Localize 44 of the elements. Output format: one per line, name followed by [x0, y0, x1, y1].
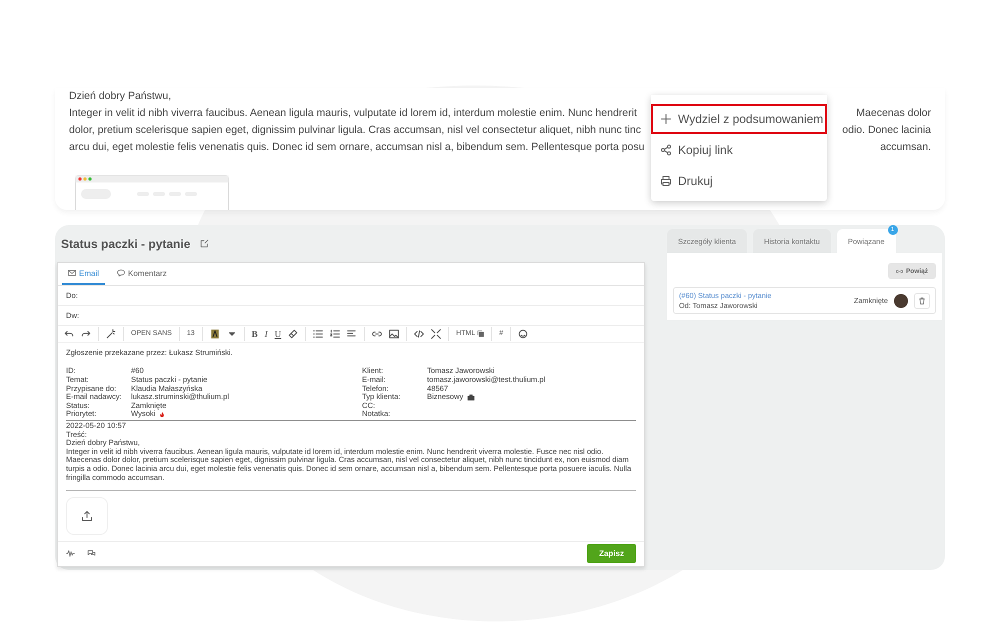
redo-icon[interactable] — [81, 328, 91, 339]
envelope-icon — [68, 269, 76, 278]
menu-item[interactable]: Wydziel z podsumowaniem — [651, 104, 827, 134]
email-text: Maecenas dolor — [856, 106, 931, 121]
waveform-icon — [66, 549, 75, 558]
email-text: odio. Donec lacinia — [842, 123, 931, 138]
eraser-icon[interactable] — [288, 328, 298, 339]
undo-icon[interactable] — [64, 328, 74, 339]
link-icon[interactable] — [372, 328, 382, 339]
avatar — [894, 294, 908, 308]
edit-icon — [200, 239, 210, 248]
underline-button[interactable]: U — [274, 328, 282, 339]
email-text: accumsan. — [880, 140, 931, 155]
plus-icon — [660, 113, 672, 125]
printer-icon — [660, 175, 672, 187]
link-icon — [896, 268, 903, 274]
email-text: arcu dui, eget molestie felis venenatis quis. Donec id sem ornare, accumsan nisl a, bibendum sem. Pellentesque porta posu — [69, 140, 644, 155]
trash-icon — [918, 296, 926, 304]
copy-icon — [477, 330, 484, 338]
bold-button[interactable]: B — [252, 328, 258, 339]
numbered-list-icon[interactable] — [330, 328, 340, 339]
code-icon[interactable] — [414, 328, 424, 339]
image-icon[interactable] — [389, 328, 400, 339]
magic-wand-icon[interactable] — [106, 328, 116, 339]
share-icon — [660, 144, 672, 156]
fullscreen-icon[interactable] — [431, 328, 442, 339]
speech-bubble-icon — [117, 269, 126, 278]
bullet-list-icon[interactable] — [313, 328, 324, 339]
emoji-icon[interactable] — [518, 328, 528, 339]
chat-bubbles-icon — [87, 549, 96, 558]
upload-icon — [81, 510, 93, 522]
delete-button[interactable] — [914, 292, 930, 308]
editor-tab[interactable]: Komentarz — [111, 263, 173, 286]
align-icon[interactable] — [347, 328, 358, 339]
text-color-icon[interactable] — [210, 328, 220, 339]
menu-item[interactable]: Drukuj — [651, 166, 827, 196]
briefcase-icon — [467, 394, 476, 402]
menu-item[interactable]: Kopiuj link — [651, 135, 827, 165]
italic-button[interactable]: I — [264, 328, 268, 339]
flame-icon — [159, 411, 166, 418]
email-text: dolor, pretium scelerisque sapien eget, dignissim pulvinar ligula. Cras accumsan, nisl vel consectetur aliquet, nibh nunc tinc — [69, 123, 641, 138]
ticket-title: Status paczki - pytanie — [61, 236, 190, 250]
email-text: Integer in velit id nibh viverra faucibus. Aenean ligula mauris, vulputate id lorem id, interdum molestie enim. Nunc hendrerit — [69, 106, 637, 121]
email-text: Dzień dobry Państwu, — [69, 89, 172, 104]
